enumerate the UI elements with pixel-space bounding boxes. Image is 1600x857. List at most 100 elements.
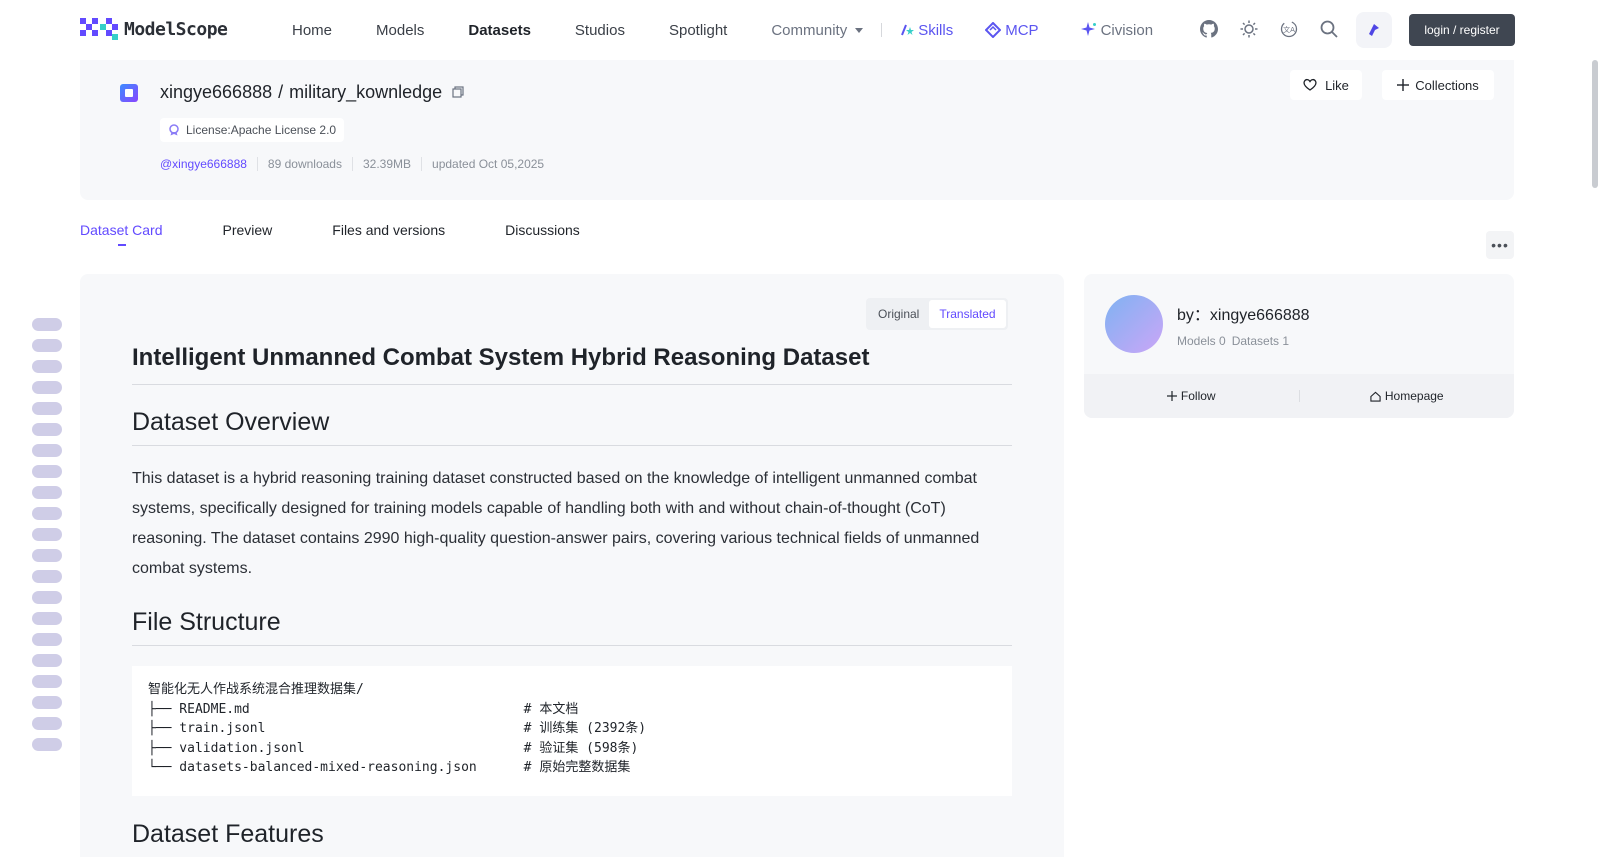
tab-files-and-versions[interactable]: Files and versions xyxy=(332,222,445,248)
dataset-name: military_kownledge xyxy=(289,82,443,102)
license-badge[interactable]: License:Apache License 2.0 xyxy=(160,118,345,142)
author-name[interactable]: by：xingye666888 xyxy=(1177,301,1310,325)
toc-item[interactable] xyxy=(32,507,62,520)
toc-item[interactable] xyxy=(32,654,62,667)
toc-item[interactable] xyxy=(32,675,62,688)
modelscope-logo[interactable]: ModelScope xyxy=(80,18,228,40)
toc-item[interactable] xyxy=(32,360,62,373)
toc-item[interactable] xyxy=(32,549,62,562)
home-icon xyxy=(1370,391,1381,402)
toc-item[interactable] xyxy=(32,465,62,478)
toc-outline xyxy=(32,318,62,751)
heart-icon xyxy=(1303,78,1317,91)
nav-tools: 文A xyxy=(1198,18,1340,40)
dataset-icon xyxy=(120,84,138,102)
dataset-size: 32.39MB xyxy=(351,157,421,171)
plus-icon xyxy=(1397,79,1410,91)
like-label: Like xyxy=(1325,77,1349,93)
dataset-meta: @xingye666888 89 downloads 32.39MB updat… xyxy=(160,157,554,171)
card-title: Intelligent Unmanned Combat System Hybri… xyxy=(132,344,1012,385)
author-actions: Follow Homepage xyxy=(1084,374,1514,418)
title-separator: / xyxy=(278,82,284,102)
tab-discussions[interactable]: Discussions xyxy=(505,222,580,248)
toc-item[interactable] xyxy=(32,528,62,541)
plus-icon xyxy=(1166,391,1177,401)
toc-item[interactable] xyxy=(32,381,62,394)
toc-item[interactable] xyxy=(32,738,62,751)
language-icon[interactable]: 文A xyxy=(1278,18,1300,40)
toc-item[interactable] xyxy=(32,717,62,730)
nav-mcp[interactable]: MCP xyxy=(967,22,1052,39)
github-icon[interactable] xyxy=(1198,18,1220,40)
main-nav: Home Models Datasets Studios Spotlight C… xyxy=(270,0,1167,60)
toc-item[interactable] xyxy=(32,633,62,646)
chevron-down-icon xyxy=(855,28,864,34)
sparkle-icon xyxy=(1080,22,1096,36)
collections-button[interactable]: Collections xyxy=(1382,70,1494,100)
heading-file-structure: File Structure xyxy=(132,608,1012,646)
mcp-icon xyxy=(985,22,1002,38)
nav-skills-label: Skills xyxy=(918,21,954,39)
nav-community-label: Community xyxy=(771,21,848,39)
svg-text:文A: 文A xyxy=(1283,25,1295,34)
nav-models[interactable]: Models xyxy=(354,22,446,39)
toc-item[interactable] xyxy=(32,570,62,583)
avatar[interactable] xyxy=(1105,295,1163,353)
toggle-original[interactable]: Original xyxy=(868,300,929,328)
follow-button[interactable]: Follow xyxy=(1084,389,1299,403)
author-datasets-count: Datasets 1 xyxy=(1231,334,1290,348)
overview-text: This dataset is a hybrid reasoning train… xyxy=(132,470,980,577)
ai-assistant-icon xyxy=(1369,24,1379,36)
nav-datasets[interactable]: Datasets xyxy=(446,22,553,39)
logo-icon xyxy=(80,18,118,40)
downloads-count: 89 downloads xyxy=(256,157,352,171)
more-dots-icon: ••• xyxy=(1491,237,1509,253)
search-icon[interactable] xyxy=(1318,18,1340,40)
copy-icon[interactable] xyxy=(452,85,466,100)
author-link[interactable]: @xingye666888 xyxy=(160,157,257,171)
nav-skills[interactable]: Skills xyxy=(886,22,967,39)
logo-wordmark: ModelScope xyxy=(124,18,228,40)
homepage-label: Homepage xyxy=(1384,389,1444,403)
dataset-card-content: Original Translated Intelligent Unmanned… xyxy=(80,274,1064,857)
nav-divider xyxy=(881,23,883,37)
toc-item[interactable] xyxy=(32,423,62,436)
toc-item[interactable] xyxy=(32,402,62,415)
nav-studios[interactable]: Studios xyxy=(553,22,647,39)
nav-home[interactable]: Home xyxy=(270,22,354,39)
homepage-button[interactable]: Homepage xyxy=(1300,389,1515,403)
license-text: License:Apache License 2.0 xyxy=(186,123,337,137)
ai-assistant-button[interactable] xyxy=(1356,12,1392,48)
page-scrollbar[interactable] xyxy=(1592,60,1598,188)
nav-mcp-label: MCP xyxy=(1005,21,1039,39)
nav-civision-label: Civision xyxy=(1100,21,1154,39)
tab-preview[interactable]: Preview xyxy=(222,222,272,248)
heading-overview: Dataset Overview xyxy=(132,408,1012,446)
tab-dataset-card[interactable]: Dataset Card xyxy=(80,222,162,248)
follow-label: Follow xyxy=(1180,389,1216,403)
login-register-button[interactable]: login / register xyxy=(1409,14,1515,46)
toc-item[interactable] xyxy=(32,486,62,499)
nav-civision[interactable]: Civision xyxy=(1053,22,1168,39)
nav-community-dropdown[interactable]: Community xyxy=(749,22,877,39)
author-stats: Models 0 Datasets 1 xyxy=(1177,334,1289,348)
file-structure-code: 智能化无人作战系统混合推理数据集/ ├── README.md # 本文档 ├─… xyxy=(132,666,1012,796)
nav-spotlight[interactable]: Spotlight xyxy=(647,22,749,39)
like-button[interactable]: Like xyxy=(1290,70,1362,100)
author-card: by：xingye666888 Models 0 Datasets 1 Foll… xyxy=(1084,274,1514,418)
license-icon xyxy=(169,124,179,136)
toc-item[interactable] xyxy=(32,696,62,709)
toc-item[interactable] xyxy=(32,591,62,604)
toggle-translated[interactable]: Translated xyxy=(929,300,1006,328)
author-models-count: Models 0 xyxy=(1177,334,1226,348)
toc-item[interactable] xyxy=(32,339,62,352)
updated-date: updated Oct 05,2025 xyxy=(421,157,554,171)
skills-icon xyxy=(901,24,915,36)
more-options-button[interactable]: ••• xyxy=(1486,231,1514,259)
dataset-owner[interactable]: xingye666888 xyxy=(160,82,272,103)
toc-item[interactable] xyxy=(32,444,62,457)
translation-toggle: Original Translated xyxy=(866,298,1008,330)
toc-item[interactable] xyxy=(32,318,62,331)
theme-sun-icon[interactable] xyxy=(1238,18,1260,40)
toc-item[interactable] xyxy=(32,612,62,625)
